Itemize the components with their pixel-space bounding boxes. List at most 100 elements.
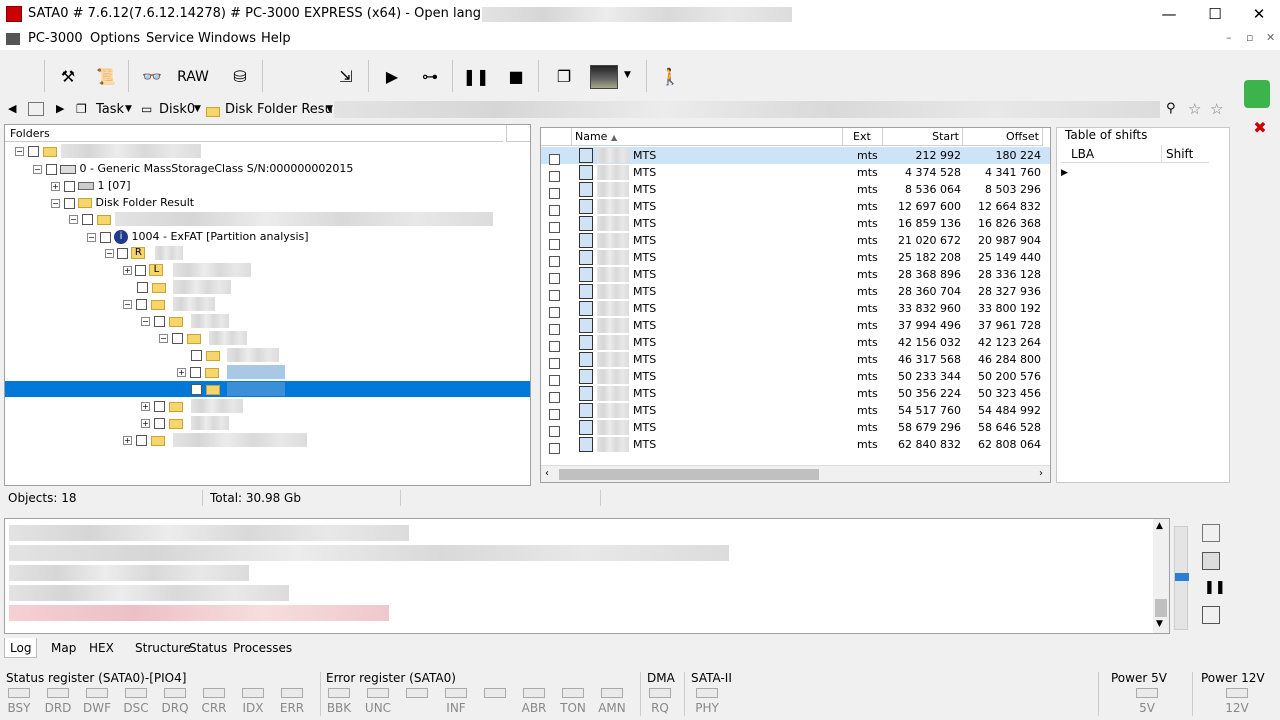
tree-node-folder[interactable]: − <box>141 313 183 330</box>
maximize-button[interactable]: ☐ <box>1192 0 1238 28</box>
chevron-down-icon[interactable]: ▼ <box>125 104 132 114</box>
scroll-right-icon[interactable]: › <box>1039 468 1043 479</box>
play-icon[interactable]: ▶ <box>378 64 406 90</box>
back-icon[interactable]: ◀ <box>8 102 16 115</box>
menu-service[interactable]: Service <box>146 31 194 46</box>
scroll-up-icon[interactable]: ▲ <box>1156 521 1163 531</box>
col-start[interactable]: Start <box>883 128 963 146</box>
chevron-down-icon[interactable]: ▼ <box>624 70 631 80</box>
table-row[interactable]: MTS mts 21 020 672 20 987 904 <box>541 232 1050 250</box>
chevron-down-icon[interactable]: ▼ <box>326 104 333 114</box>
tree-node-folder[interactable]: + <box>141 415 183 432</box>
table-row[interactable]: MTS mts 62 840 832 62 808 064 <box>541 436 1050 456</box>
disk-dropdown[interactable]: Disk0 <box>159 102 195 117</box>
table-row[interactable]: MTS mts 12 697 600 12 664 832 <box>541 198 1050 216</box>
table-row[interactable]: MTS mts 58 679 296 58 646 528 <box>541 419 1050 437</box>
scroll-down-icon[interactable]: ▼ <box>1156 619 1163 629</box>
scrollbar-thumb[interactable] <box>1155 599 1167 617</box>
tools-icon[interactable]: ⚒ <box>54 64 82 90</box>
tree-node-folder[interactable]: − <box>159 330 201 347</box>
pause-icon[interactable]: ❚❚ <box>462 64 490 90</box>
tree-node-root[interactable]: − <box>15 143 57 160</box>
tab-log[interactable]: Log <box>4 638 38 658</box>
child-close-icon[interactable]: ✕ <box>1266 31 1275 44</box>
vertical-scrollbar[interactable]: ▲ ▼ <box>1153 519 1169 633</box>
tree-node-r[interactable]: − R <box>105 245 146 262</box>
tree-node-folder[interactable]: + <box>123 432 165 449</box>
close-button[interactable]: ✕ <box>1236 0 1280 28</box>
table-row[interactable]: MTS mts 42 156 032 42 123 264 <box>541 334 1050 352</box>
log-slider[interactable] <box>1174 526 1189 630</box>
windows-icon[interactable]: ❐ <box>550 64 578 90</box>
tree-node-device[interactable]: − 0 - Generic MassStorageClass S/N:00000… <box>33 160 353 177</box>
menu-options[interactable]: Options <box>90 31 140 46</box>
log-settings-icon[interactable] <box>1202 524 1220 542</box>
scrollbar-thumb[interactable] <box>559 469 819 480</box>
table-row[interactable]: MTS mts 33 832 960 33 800 192 <box>541 300 1050 318</box>
child-restore-icon[interactable]: ▫ <box>1246 31 1253 44</box>
row-checkbox[interactable] <box>549 439 560 456</box>
col-name[interactable]: Name ▲ <box>572 128 843 146</box>
export-icon[interactable]: ⇲ <box>332 64 360 90</box>
table-row[interactable]: MTS mts 28 360 704 28 327 936 <box>541 283 1050 301</box>
tree-node-folder[interactable]: + <box>177 364 219 381</box>
tab-map[interactable]: Map <box>46 638 81 658</box>
search-icon[interactable]: ⚲ <box>1166 101 1176 116</box>
table-row[interactable]: MTS mts 212 992 180 224 <box>541 147 1050 165</box>
tree-node-l[interactable]: + L <box>123 262 164 279</box>
table-row[interactable]: MTS mts 16 859 136 16 826 368 <box>541 215 1050 233</box>
favorite-icon[interactable]: ☆ <box>1210 100 1223 118</box>
tree-node-partition[interactable]: − i 1004 - ExFAT [Partition analysis] <box>87 228 309 245</box>
chevron-down-icon[interactable]: ▼ <box>194 104 201 114</box>
col-ext[interactable]: Ext <box>843 128 883 146</box>
raw-button[interactable]: RAW <box>176 64 210 90</box>
db-icon[interactable] <box>1244 80 1270 108</box>
minimize-button[interactable]: — <box>1146 0 1192 28</box>
task-dropdown[interactable]: Task <box>96 102 124 117</box>
pause-log-icon[interactable]: ❚❚ <box>1204 580 1226 595</box>
tab-status[interactable]: Status <box>184 638 232 658</box>
menu-windows[interactable]: Windows <box>198 31 256 46</box>
binoculars-icon[interactable]: 👓 <box>138 64 166 90</box>
result-dropdown[interactable]: Disk Folder Result <box>225 102 342 117</box>
tree-node-folder[interactable]: − <box>123 296 165 313</box>
tree-node-result-folder[interactable]: − <box>69 211 111 228</box>
col-offset[interactable]: Offset <box>963 128 1043 146</box>
table-row[interactable]: MTS mts 50 356 224 50 323 456 <box>541 385 1050 403</box>
tree-node-disk-folder-result[interactable]: − Disk Folder Result <box>51 194 194 211</box>
forward-icon[interactable]: ▶ <box>56 102 64 115</box>
tree-node-1[interactable]: + 1 [07] <box>51 177 131 194</box>
tab-hex[interactable]: HEX <box>84 638 119 658</box>
save-icon[interactable] <box>1202 552 1220 570</box>
child-minimize-icon[interactable]: – <box>1226 31 1232 44</box>
stop-icon[interactable]: ■ <box>502 64 530 90</box>
script-icon[interactable]: 📜 <box>92 64 120 90</box>
tree-node-folder[interactable]: + <box>141 398 183 415</box>
tree-node-selected[interactable] <box>191 381 220 398</box>
drive-icon[interactable]: ⛁ <box>226 64 254 90</box>
table-row[interactable]: MTS mts 4 374 528 4 341 760 <box>541 164 1050 182</box>
disconnect-icon[interactable]: ✖ <box>1248 118 1272 142</box>
horizontal-scrollbar[interactable]: ‹ › <box>541 465 1050 482</box>
menu-pc3000[interactable]: PC-3000 <box>28 31 83 46</box>
tree-node-folder[interactable] <box>137 279 166 296</box>
tab-processes[interactable]: Processes <box>228 638 297 658</box>
scroll-left-icon[interactable]: ‹ <box>545 468 549 479</box>
table-row[interactable]: MTS mts 25 182 208 25 149 440 <box>541 249 1050 267</box>
history-icon[interactable] <box>28 102 44 116</box>
save-all-icon[interactable] <box>1202 606 1220 624</box>
tree-node-folder[interactable] <box>191 347 220 364</box>
table-row[interactable]: MTS mts 46 317 568 46 284 800 <box>541 351 1050 369</box>
col-lba[interactable]: LBA <box>1071 147 1094 161</box>
table-row[interactable]: MTS mts 8 536 064 8 503 296 <box>541 181 1050 199</box>
favorite-add-icon[interactable]: ☆ <box>1188 100 1201 118</box>
col-check[interactable] <box>541 128 572 146</box>
col-shift[interactable]: Shift <box>1161 145 1193 163</box>
menu-help[interactable]: Help <box>261 31 291 46</box>
exit-icon[interactable]: 🚶 <box>656 64 684 90</box>
tree-run-icon[interactable]: ⊶ <box>416 64 444 90</box>
table-row[interactable]: MTS mts 54 517 760 54 484 992 <box>541 402 1050 420</box>
table-row[interactable]: MTS mts 37 994 496 37 961 728 <box>541 317 1050 335</box>
table-row[interactable]: MTS mts 50 233 344 50 200 576 <box>541 368 1050 386</box>
log-slider-thumb[interactable] <box>1175 573 1189 581</box>
